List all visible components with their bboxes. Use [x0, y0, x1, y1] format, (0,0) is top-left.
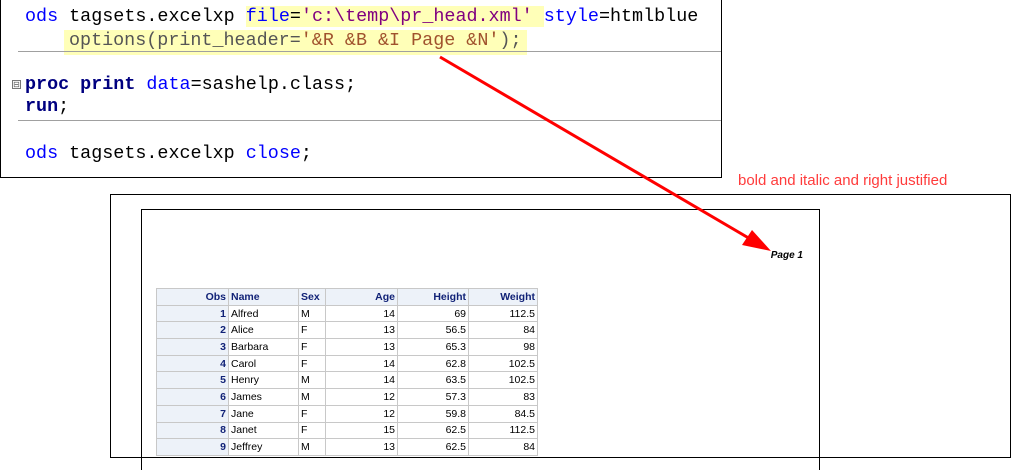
arrow-head-icon: [742, 230, 771, 251]
annotation-arrow: [439, 55, 771, 251]
arrow-line: [439, 55, 753, 242]
